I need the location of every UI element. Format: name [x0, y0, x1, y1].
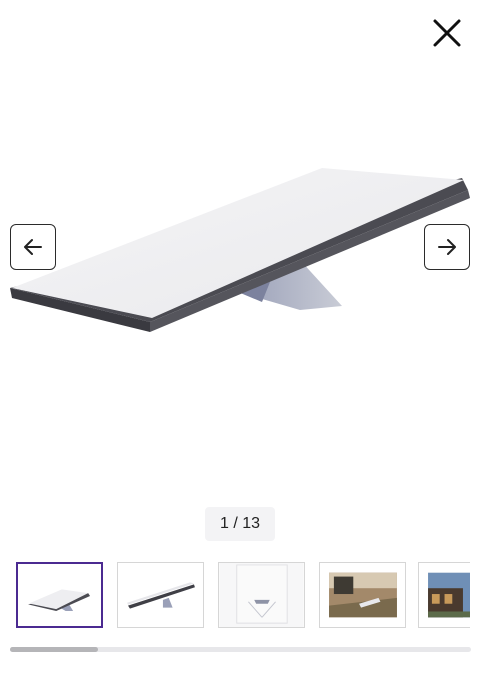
thumbnail-2[interactable] [117, 562, 204, 628]
image-counter: 1 / 13 [205, 507, 275, 541]
product-image [0, 70, 481, 470]
scrollbar-thumb[interactable] [10, 647, 98, 652]
close-icon [433, 19, 461, 47]
thumbnail-strip[interactable] [0, 560, 470, 630]
next-image-button[interactable] [424, 224, 470, 270]
thumbnail-scrollbar[interactable] [10, 647, 471, 652]
thumbnail-5[interactable] [418, 562, 470, 628]
thumbnail-3[interactable] [218, 562, 305, 628]
arrow-right-icon [438, 239, 456, 255]
thumbnail-4[interactable] [319, 562, 406, 628]
thumbnail-1[interactable] [16, 562, 103, 628]
close-button[interactable] [426, 12, 468, 54]
prev-image-button[interactable] [10, 224, 56, 270]
arrow-left-icon [24, 239, 42, 255]
